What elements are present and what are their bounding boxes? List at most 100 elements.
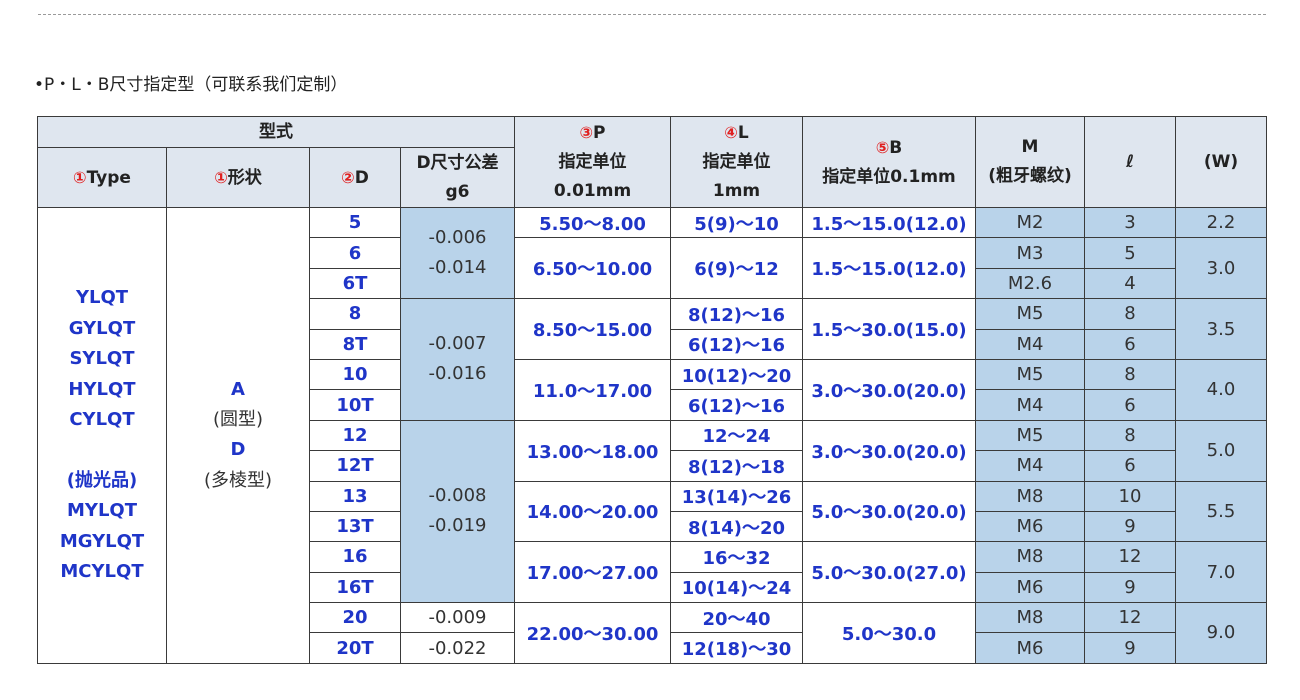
tolerance-upper: -0.009 bbox=[400, 602, 515, 634]
type-name: HYLQT bbox=[68, 378, 136, 400]
header-b-unit: 指定单位0.1mm bbox=[822, 166, 956, 187]
ell-value: 8 bbox=[1084, 419, 1176, 452]
d-value: 10 bbox=[309, 358, 401, 391]
m-value: M4 bbox=[975, 389, 1085, 421]
header-type: ①Type bbox=[37, 147, 167, 208]
m-value: M5 bbox=[975, 419, 1085, 452]
type-note: (抛光品) bbox=[66, 469, 138, 491]
ell-value: 12 bbox=[1084, 541, 1176, 573]
m-value: M6 bbox=[975, 510, 1085, 543]
d-value: 8 bbox=[309, 298, 401, 330]
type-name: SYLQT bbox=[69, 348, 135, 370]
b-value: 1.5～15.0(12.0) bbox=[802, 206, 976, 239]
w-value: 5.5 bbox=[1175, 480, 1267, 543]
w-value: 9.0 bbox=[1175, 602, 1267, 664]
type-name: GYLQT bbox=[68, 317, 136, 339]
type-name: YLQT bbox=[75, 287, 129, 309]
header-d-tolerance: D尺寸公差 g6 bbox=[400, 147, 515, 208]
header-l: ④L 指定单位 1mm bbox=[670, 116, 803, 208]
d-value: 8T bbox=[309, 328, 401, 360]
p-value: 14.00～20.00 bbox=[514, 480, 671, 543]
header-d-marker: ② bbox=[341, 167, 355, 187]
ell-value: 9 bbox=[1084, 571, 1176, 604]
header-p-marker: ③ bbox=[579, 123, 594, 142]
header-b-label: B bbox=[889, 137, 903, 158]
m-value: M4 bbox=[975, 450, 1085, 482]
b-value: 5.0～30.0 bbox=[802, 602, 976, 664]
ell-value: 6 bbox=[1084, 450, 1176, 482]
dashed-divider bbox=[38, 14, 1266, 15]
type-cell: YLQT GYLQT SYLQT HYLQT CYLQT (抛光品) MYLQT… bbox=[37, 207, 167, 664]
spec-table: 型式 ③P 指定单位 0.01mm ④L 指定单位 1mm ⑤B 指定单位0.1… bbox=[37, 116, 1267, 664]
l-value: 6(12)～16 bbox=[670, 328, 803, 360]
m-value: M6 bbox=[975, 632, 1085, 664]
tolerance-lower: -0.019 bbox=[428, 515, 487, 537]
l-value: 8(14)～20 bbox=[670, 510, 803, 543]
p-value: 22.00～30.00 bbox=[514, 602, 671, 664]
l-value: 6(12)～16 bbox=[670, 389, 803, 421]
type-name: MGYLQT bbox=[59, 530, 145, 552]
header-l-marker: ④ bbox=[724, 123, 738, 142]
ell-value: 10 bbox=[1084, 480, 1176, 512]
m-value: M4 bbox=[975, 328, 1085, 360]
header-d: ②D bbox=[309, 147, 401, 208]
p-value: 5.50～8.00 bbox=[514, 206, 671, 239]
ell-value: 9 bbox=[1084, 632, 1176, 664]
p-value: 6.50～10.00 bbox=[514, 237, 671, 300]
header-w: (W) bbox=[1175, 116, 1267, 208]
l-value: 10(14)～24 bbox=[670, 571, 803, 604]
ell-value: 6 bbox=[1084, 389, 1176, 421]
header-dtol-grade: g6 bbox=[445, 181, 470, 202]
d-value: 16 bbox=[309, 541, 401, 573]
header-l-step: 1mm bbox=[712, 181, 761, 201]
d-value: 20T bbox=[309, 632, 401, 664]
shape-d-desc: (多棱型) bbox=[203, 469, 273, 491]
header-m: M (粗牙螺纹) bbox=[975, 116, 1085, 208]
type-spacer bbox=[39, 435, 166, 465]
m-value: M8 bbox=[975, 602, 1085, 634]
tolerance-lower: -0.014 bbox=[428, 257, 487, 279]
p-value: 11.0～17.00 bbox=[514, 358, 671, 421]
d-value: 13T bbox=[309, 510, 401, 543]
header-p-label: P bbox=[593, 123, 606, 143]
header-p-step: 0.01mm bbox=[553, 181, 632, 201]
shape-cell: A (圆型) D (多棱型) bbox=[166, 207, 310, 664]
header-b: ⑤B 指定单位0.1mm bbox=[802, 116, 976, 208]
b-value: 5.0～30.0(20.0) bbox=[802, 480, 976, 543]
p-value: 13.00～18.00 bbox=[514, 419, 671, 482]
shape-a: A bbox=[231, 378, 245, 400]
shape-a-desc: (圆型) bbox=[212, 409, 264, 431]
ell-value: 4 bbox=[1084, 267, 1176, 300]
w-value: 7.0 bbox=[1175, 541, 1267, 604]
ell-value: 8 bbox=[1084, 298, 1176, 330]
w-value: 2.2 bbox=[1175, 206, 1267, 239]
tolerance-cell: -0.007 -0.016 bbox=[400, 298, 515, 421]
m-value: M8 bbox=[975, 480, 1085, 512]
tolerance-cell: -0.008 -0.019 bbox=[400, 419, 515, 604]
header-model-group: 型式 bbox=[37, 116, 515, 148]
d-value: 6T bbox=[309, 267, 401, 300]
header-m-desc: (粗牙螺纹) bbox=[988, 166, 1072, 186]
l-value: 6(9)～12 bbox=[670, 237, 803, 300]
d-value: 6 bbox=[309, 237, 401, 269]
l-value: 5(9)～10 bbox=[670, 206, 803, 239]
header-p: ③P 指定单位 0.01mm bbox=[514, 116, 671, 208]
m-value: M2.6 bbox=[975, 267, 1085, 300]
p-value: 8.50～15.00 bbox=[514, 298, 671, 360]
w-value: 5.0 bbox=[1175, 419, 1267, 482]
tolerance-cell: -0.006 -0.014 bbox=[400, 206, 515, 300]
d-value: 16T bbox=[309, 571, 401, 604]
tolerance-upper: -0.008 bbox=[428, 485, 487, 506]
header-l-unit: 指定单位 bbox=[702, 152, 771, 172]
w-value: 3.5 bbox=[1175, 298, 1267, 360]
type-name: CYLQT bbox=[69, 409, 135, 431]
ell-value: 12 bbox=[1084, 602, 1176, 634]
ell-value: 8 bbox=[1084, 358, 1176, 391]
section-title: •P・L・B尺寸指定型（可联系我们定制） bbox=[34, 75, 348, 95]
header-dtol-label: D尺寸公差 bbox=[416, 152, 499, 173]
header-m-label: M bbox=[1021, 137, 1039, 157]
w-value: 4.0 bbox=[1175, 358, 1267, 421]
m-value: M2 bbox=[975, 206, 1085, 239]
b-value: 1.5～15.0(12.0) bbox=[802, 237, 976, 300]
b-value: 3.0～30.0(20.0) bbox=[802, 358, 976, 421]
